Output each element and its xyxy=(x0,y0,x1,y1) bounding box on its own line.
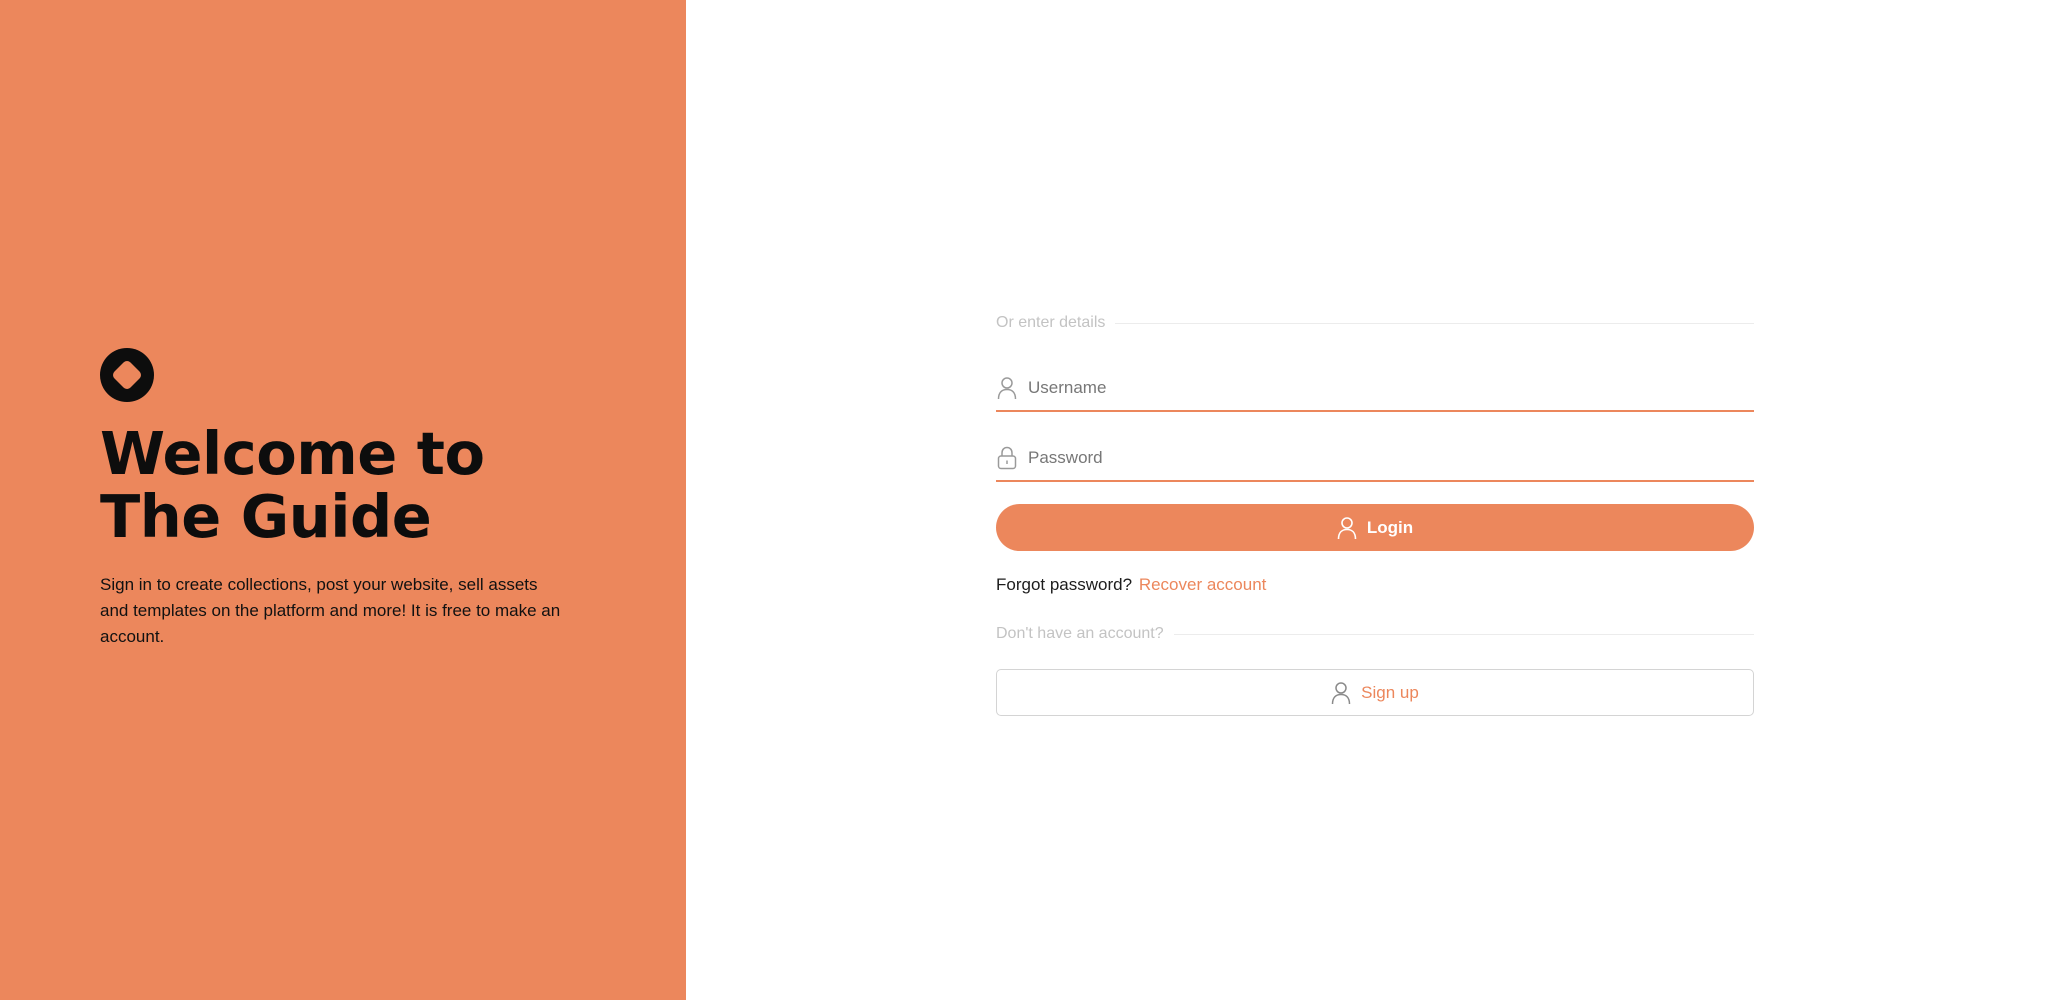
login-page: Welcome to The Guide Sign in to create c… xyxy=(0,0,2065,1000)
signup-divider: Don't have an account? xyxy=(996,621,1754,647)
details-divider: Or enter details xyxy=(996,310,1754,336)
form-panel: Or enter details Username Login Forgot p… xyxy=(686,0,2065,1000)
user-icon xyxy=(996,375,1018,401)
login-form: Or enter details Username Login Forgot p… xyxy=(996,310,1754,716)
login-button[interactable]: Login xyxy=(996,504,1754,551)
logo-icon xyxy=(100,348,154,402)
login-button-label: Login xyxy=(1366,517,1414,537)
forgot-password-text: Forgot password? xyxy=(996,575,1133,594)
welcome-description: Sign in to create collections, post your… xyxy=(100,575,561,646)
password-field[interactable] xyxy=(996,436,1754,482)
password-input[interactable] xyxy=(1028,443,1754,473)
signup-divider-label: Don't have an account? xyxy=(996,625,1164,642)
recover-account-link[interactable]: Recover account xyxy=(1139,575,1267,594)
details-divider-label: Or enter details xyxy=(996,314,1106,331)
lock-icon xyxy=(996,445,1018,471)
welcome-title: Welcome to The Guide xyxy=(100,422,620,548)
divider-line xyxy=(1115,322,1754,324)
welcome-title-line2: The Guide xyxy=(100,482,432,551)
username-field[interactable] xyxy=(996,366,1754,412)
user-icon xyxy=(1337,516,1357,540)
brand-block: Welcome to The Guide Sign in to create c… xyxy=(100,348,620,650)
signup-button-label: Sign up xyxy=(1361,682,1419,702)
welcome-title-line1: Welcome to xyxy=(100,419,485,488)
forgot-password-row: Forgot password? Recover account xyxy=(996,575,1754,599)
divider-line xyxy=(1173,633,1754,635)
signup-button[interactable]: Sign up xyxy=(996,669,1754,716)
username-input[interactable] xyxy=(1028,373,1754,403)
user-icon xyxy=(1331,681,1351,705)
welcome-panel: Welcome to The Guide Sign in to create c… xyxy=(0,0,686,1000)
